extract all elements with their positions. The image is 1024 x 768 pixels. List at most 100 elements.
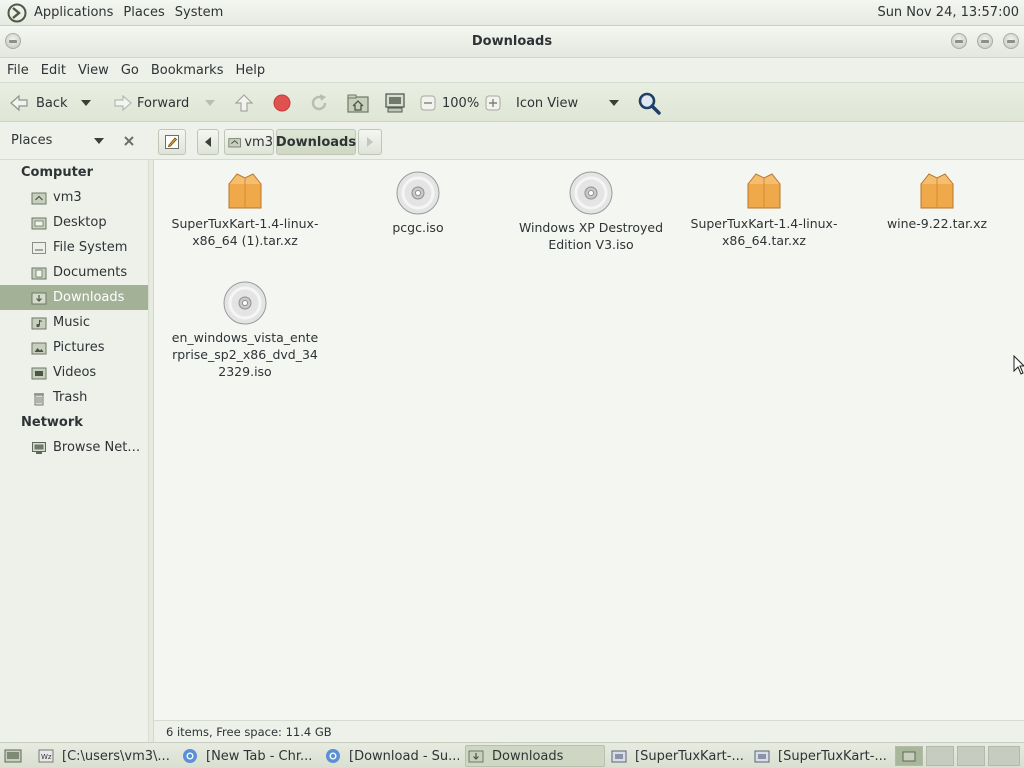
taskbar-item-archive-2[interactable]: [SuperTuxKart-... (754, 745, 888, 767)
up-button[interactable] (233, 83, 255, 123)
taskbar-item-chrome-newtab[interactable]: [New Tab - Chr... (182, 745, 316, 767)
sidebar-item-label: Browse Net… (53, 440, 141, 455)
file-item[interactable]: SuperTuxKart-1.4-linux-x86_64 (1).tar.xz (170, 170, 320, 249)
forward-arrow-icon (114, 94, 132, 112)
taskbar-item-label: [C:\users\vm3\... (62, 748, 170, 764)
sidebar-item-desktop[interactable]: Desktop (0, 210, 148, 235)
taskbar-item-chrome-download[interactable]: [Download - Su... (325, 745, 459, 767)
workspace-3[interactable] (957, 746, 985, 766)
file-item[interactable]: SuperTuxKart-1.4-linux-x86_64.tar.xz (689, 170, 839, 249)
stop-icon (273, 94, 291, 112)
workspace-4[interactable] (988, 746, 1020, 766)
taskbar-item-downloads[interactable]: Downloads (465, 745, 605, 767)
sidebar-item-music[interactable]: Music (0, 310, 148, 335)
menubar: File Edit View Go Bookmarks Help (0, 58, 1024, 82)
file-name: SuperTuxKart-1.4-linux-x86_64.tar.xz (690, 216, 838, 248)
zoom-level[interactable]: 100% (442, 83, 479, 123)
svg-text:Wz: Wz (41, 753, 52, 761)
menu-bookmarks[interactable]: Bookmarks (145, 63, 230, 78)
stop-button[interactable] (272, 83, 292, 123)
zoom-in-icon (485, 95, 501, 111)
applications-menu[interactable]: Applications (29, 5, 118, 20)
system-menu[interactable]: System (170, 5, 228, 20)
back-history-dropdown[interactable] (80, 83, 92, 123)
view-mode-select[interactable]: Icon View (516, 83, 620, 123)
chevron-right-icon (367, 137, 373, 147)
menu-file[interactable]: File (0, 63, 35, 78)
breadcrumb-vm3[interactable]: vm3 (224, 129, 274, 155)
folder-icon (31, 342, 47, 354)
taskbar-item-label: [Download - Su... (349, 748, 459, 764)
distro-logo-icon[interactable] (7, 3, 27, 23)
sidebar-item-label: Downloads (53, 290, 125, 305)
computer-icon (385, 93, 405, 113)
breadcrumb-forward-button[interactable] (358, 129, 382, 155)
disc-icon (396, 171, 440, 215)
chevron-down-icon[interactable] (93, 135, 105, 147)
archive-icon (228, 173, 262, 209)
reload-button[interactable] (308, 83, 330, 123)
archive-manager-icon (611, 750, 627, 763)
view-mode-label: Icon View (516, 95, 579, 111)
file-item[interactable]: Windows XP Destroyed Edition V3.iso (516, 170, 666, 253)
edit-location-button[interactable] (158, 129, 186, 155)
toolbar: Back Forward 100% Icon View (0, 82, 1024, 122)
workspace-1[interactable] (895, 746, 923, 766)
forward-button[interactable]: Forward (112, 83, 189, 123)
window-titlebar[interactable]: Downloads (0, 26, 1024, 58)
forward-history-dropdown[interactable] (204, 83, 216, 123)
reload-icon (311, 94, 327, 111)
archive-icon (920, 173, 954, 209)
disc-icon (569, 171, 613, 215)
network-icon (32, 441, 46, 454)
menu-go[interactable]: Go (115, 63, 145, 78)
sidebar-item-downloads[interactable]: Downloads (0, 285, 148, 310)
zoom-in-button[interactable] (485, 83, 501, 123)
breadcrumb-label: Downloads (275, 134, 357, 150)
sidebar-item-documents[interactable]: Documents (0, 260, 148, 285)
clock[interactable]: Sun Nov 24, 13:57:00 (877, 5, 1019, 20)
home-folder-icon (31, 192, 47, 204)
sidebar-item-trash[interactable]: Trash (0, 385, 148, 410)
breadcrumb-back-button[interactable] (197, 129, 219, 155)
sidebar-item-file-system[interactable]: File System (0, 235, 148, 260)
close-button[interactable] (1003, 33, 1019, 49)
menu-view[interactable]: View (72, 63, 115, 78)
close-sidebar-icon[interactable] (122, 134, 136, 148)
zoom-out-button[interactable] (420, 83, 436, 123)
sidebar-type-label[interactable]: Places (11, 133, 52, 148)
folder-icon (902, 751, 916, 762)
home-button[interactable] (346, 83, 370, 123)
show-desktop-icon[interactable] (4, 748, 22, 764)
sidebar-item-videos[interactable]: Videos (0, 360, 148, 385)
maximize-button[interactable] (977, 33, 993, 49)
file-item[interactable]: en_windows_vista_enterprise_sp2_x86_dvd_… (170, 280, 320, 380)
file-name: pcgc.iso (392, 220, 444, 235)
sidebar-item-label: File System (53, 240, 128, 255)
file-item[interactable]: wine-9.22.tar.xz (862, 170, 1012, 232)
chevron-down-icon (205, 100, 215, 106)
sidebar-item-label: Pictures (53, 340, 105, 355)
sidebar-item-browse-network[interactable]: Browse Net… (0, 435, 148, 460)
menu-edit[interactable]: Edit (35, 63, 72, 78)
folder-icon (31, 267, 47, 279)
forward-label: Forward (137, 95, 190, 111)
back-button[interactable]: Back (8, 83, 68, 123)
workspace-2[interactable] (926, 746, 954, 766)
computer-button[interactable] (383, 83, 407, 123)
taskbar-item-wine[interactable]: Wz [C:\users\vm3\... (38, 745, 172, 767)
minimize-button[interactable] (951, 33, 967, 49)
file-item[interactable]: pcgc.iso (343, 170, 493, 236)
menu-help[interactable]: Help (229, 63, 271, 78)
breadcrumb-downloads[interactable]: Downloads (276, 129, 356, 155)
sidebar-item-pictures[interactable]: Pictures (0, 335, 148, 360)
sidebar-item-vm3[interactable]: vm3 (0, 185, 148, 210)
taskbar-item-archive-1[interactable]: [SuperTuxKart-... (611, 745, 745, 767)
places-menu[interactable]: Places (118, 5, 169, 20)
search-icon (638, 92, 661, 115)
folder-icon (31, 292, 47, 304)
chrome-icon (326, 749, 340, 763)
sidebar-heading-network: Network (21, 415, 83, 430)
search-button[interactable] (637, 83, 661, 123)
file-icon-view[interactable]: SuperTuxKart-1.4-linux-x86_64 (1).tar.xz… (154, 160, 1024, 720)
